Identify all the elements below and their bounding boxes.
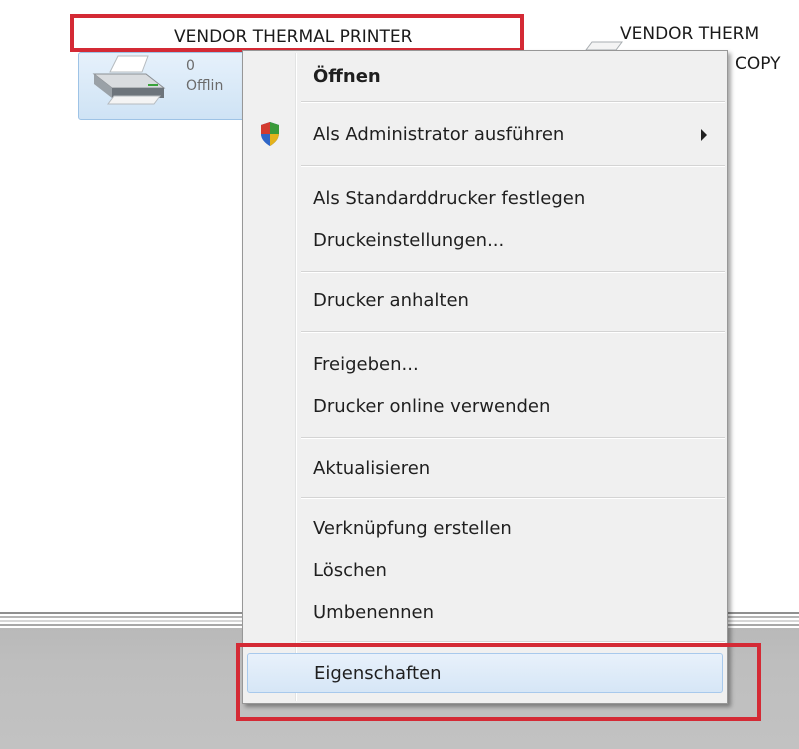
menu-item-label: Als Administrator ausführen xyxy=(313,124,565,145)
menu-item-label: Als Standarddrucker festlegen xyxy=(313,188,586,209)
menu-item-label: Löschen xyxy=(313,560,387,581)
menu-item-refresh[interactable]: Aktualisieren xyxy=(245,449,725,489)
menu-separator xyxy=(301,331,725,333)
menu-item-use-online[interactable]: Drucker online verwenden xyxy=(245,387,725,427)
menu-item-label: Umbenennen xyxy=(313,602,434,623)
menu-item-open[interactable]: Öffnen xyxy=(245,57,725,97)
printer-status-text: Offlin xyxy=(186,78,224,94)
menu-separator xyxy=(301,271,725,273)
menu-item-label: Aktualisieren xyxy=(313,458,431,479)
menu-item-label: Druckeinstellungen... xyxy=(313,230,505,251)
submenu-arrow-icon xyxy=(701,129,707,141)
menu-item-pause-printer[interactable]: Drucker anhalten xyxy=(245,281,725,321)
menu-item-rename[interactable]: Umbenennen xyxy=(245,593,725,633)
menu-item-share[interactable]: Freigeben... xyxy=(245,345,725,385)
menu-item-label: Freigeben... xyxy=(313,354,419,375)
context-menu: Öffnen Als Administrator ausführen Als S… xyxy=(242,50,728,704)
menu-separator xyxy=(301,497,725,499)
shield-icon xyxy=(259,121,281,162)
menu-item-label: Drucker online verwenden xyxy=(313,396,551,417)
menu-item-label: Verknüpfung erstellen xyxy=(313,518,512,539)
menu-item-create-shortcut[interactable]: Verknüpfung erstellen xyxy=(245,509,725,549)
printer-2-name-line2: COPY xyxy=(735,54,781,74)
printer-queue-count: 0 xyxy=(186,58,195,74)
menu-separator xyxy=(301,437,725,439)
menu-item-set-default[interactable]: Als Standarddrucker festlegen xyxy=(245,179,725,219)
annotation-highlight-properties xyxy=(236,643,761,721)
menu-separator xyxy=(301,165,725,167)
menu-item-label: Öffnen xyxy=(313,66,381,87)
menu-item-label: Drucker anhalten xyxy=(313,290,469,311)
printer-status: 0 Offlin xyxy=(186,56,223,96)
annotation-highlight-printer-name xyxy=(70,14,524,52)
menu-item-print-settings[interactable]: Druckeinstellungen... xyxy=(245,221,725,261)
menu-separator xyxy=(301,101,725,103)
menu-item-run-as-admin[interactable]: Als Administrator ausführen xyxy=(245,115,725,155)
menu-item-delete[interactable]: Löschen xyxy=(245,551,725,591)
printer-2-name[interactable]: VENDOR THERM xyxy=(620,24,759,44)
